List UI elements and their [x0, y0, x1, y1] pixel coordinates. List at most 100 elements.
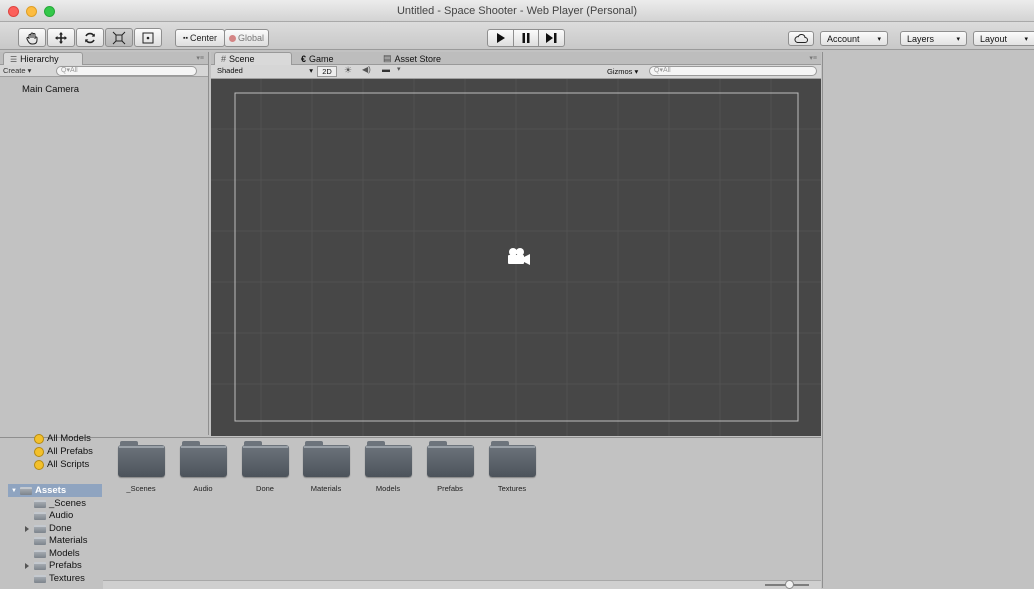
- speaker-icon[interactable]: ◀): [362, 65, 371, 74]
- folder-thumbnail[interactable]: [427, 441, 474, 477]
- 2d-toggle-button[interactable]: 2D: [317, 66, 337, 77]
- chevron-down-icon: ▾: [309, 66, 313, 75]
- favorite-item[interactable]: All Models: [34, 433, 91, 444]
- rotate-tool-button[interactable]: [76, 28, 104, 47]
- rotate-icon: [85, 32, 95, 43]
- chevron-down-icon: ▾: [956, 35, 960, 43]
- tab-hierarchy-label: Hierarchy: [20, 54, 59, 64]
- search-icon: [34, 459, 44, 470]
- expand-triangle-icon[interactable]: [25, 526, 29, 532]
- tree-folder[interactable]: Audio: [34, 510, 73, 521]
- folder-thumbnail[interactable]: [118, 441, 165, 477]
- tab-game-label: Game: [309, 53, 334, 64]
- move-icon: [55, 31, 67, 44]
- assets-tree-root[interactable]: ▼ Assets: [8, 484, 102, 497]
- space-label: Global: [237, 33, 264, 43]
- chevron-down-icon[interactable]: ▾: [397, 65, 401, 73]
- pause-button[interactable]: [513, 29, 539, 47]
- tree-folder[interactable]: Prefabs: [25, 560, 82, 571]
- folder-thumbnail[interactable]: [303, 441, 350, 477]
- folder-thumbnail[interactable]: [489, 441, 536, 477]
- gizmos-dropdown[interactable]: Gizmos ▾: [607, 67, 638, 76]
- space-toggle-button[interactable]: Global: [224, 29, 269, 47]
- panel-menu-icon[interactable]: ▾≡: [196, 54, 204, 62]
- folder-icon: [34, 524, 46, 533]
- search-icon: [34, 446, 44, 457]
- tree-folder[interactable]: Materials: [34, 535, 88, 546]
- project-panel: All Models All Prefabs All Scripts ▼ Ass…: [0, 433, 821, 589]
- folder-icon: [34, 574, 46, 583]
- scale-tool-button[interactable]: [105, 28, 133, 47]
- favorite-label: All Models: [47, 433, 91, 444]
- layers-label: Layers: [907, 33, 935, 44]
- window-title: Untitled - Space Shooter - Web Player (P…: [396, 5, 638, 17]
- image-effects-icon[interactable]: ▬: [382, 65, 390, 74]
- hand-icon: [26, 32, 38, 44]
- tree-folder[interactable]: Textures: [34, 573, 85, 584]
- scene-search-input[interactable]: Q▾All: [649, 66, 817, 76]
- favorite-label: All Scripts: [47, 459, 90, 470]
- layers-dropdown[interactable]: Layers ▾: [900, 31, 967, 46]
- move-tool-button[interactable]: [47, 28, 75, 47]
- step-icon: [546, 33, 557, 43]
- expand-triangle-icon[interactable]: [25, 563, 29, 569]
- chevron-down-icon: ▾: [27, 66, 32, 75]
- folder-icon: [34, 511, 46, 520]
- gizmos-label: Gizmos: [607, 67, 633, 76]
- favorite-item[interactable]: All Prefabs: [34, 446, 93, 457]
- assets-label: Assets: [34, 485, 67, 496]
- favorite-item[interactable]: All Scripts: [34, 459, 89, 470]
- folder-thumbnail[interactable]: [242, 441, 289, 477]
- panel-menu-icon[interactable]: ▾≡: [809, 54, 817, 62]
- folder-thumbnail[interactable]: [365, 441, 412, 477]
- play-icon: [496, 33, 505, 43]
- folder-icon: [34, 561, 46, 570]
- scene-viewport[interactable]: [211, 79, 821, 436]
- favorite-label: All Prefabs: [47, 446, 93, 457]
- folder-label: Textures: [497, 484, 527, 493]
- rect-tool-button[interactable]: [134, 28, 162, 47]
- hierarchy-search-input[interactable]: Q▾All: [56, 66, 197, 76]
- tab-scene[interactable]: # Scene: [214, 52, 292, 65]
- folder-label: Prefabs: [437, 484, 463, 493]
- hand-tool-button[interactable]: [18, 28, 46, 47]
- tree-folder[interactable]: Done: [25, 523, 72, 534]
- layout-dropdown[interactable]: Layout ▾: [973, 31, 1034, 46]
- list-icon: ☰: [10, 54, 18, 64]
- tree-folder-label: Audio: [49, 510, 74, 521]
- tab-asset-store[interactable]: ▤ Asset Store: [377, 52, 467, 65]
- title-bar: Untitled - Space Shooter - Web Player (P…: [0, 0, 1034, 22]
- folder-label: _Scenes: [126, 484, 156, 493]
- tree-folder[interactable]: _Scenes: [34, 498, 86, 509]
- tree-folder[interactable]: Models: [34, 548, 80, 559]
- create-label: Create: [3, 66, 26, 75]
- folder-label: Models: [375, 484, 401, 493]
- shading-mode-dropdown[interactable]: Shaded ▾: [217, 66, 313, 75]
- folder-icon: [34, 549, 46, 558]
- tab-hierarchy[interactable]: ☰ Hierarchy: [3, 52, 83, 65]
- play-button[interactable]: [487, 29, 514, 47]
- store-icon: ▤: [383, 53, 392, 63]
- pivot-toggle-button[interactable]: ▪▪ Center: [175, 29, 225, 47]
- folder-label: Materials: [310, 484, 342, 493]
- account-label: Account: [827, 33, 860, 44]
- tree-folder-label: Prefabs: [49, 560, 82, 571]
- folder-thumbnail[interactable]: [180, 441, 227, 477]
- folder-label: Done: [256, 484, 274, 493]
- hierarchy-item[interactable]: Main Camera: [22, 84, 79, 95]
- account-dropdown[interactable]: Account ▾: [820, 31, 888, 46]
- sun-icon[interactable]: ☀: [344, 65, 352, 76]
- hierarchy-panel: ☰ Hierarchy ▾≡ Create ▾ Q▾All Main Camer…: [0, 52, 209, 435]
- grid-icon: #: [221, 54, 227, 64]
- cloud-icon: [794, 34, 808, 43]
- create-dropdown[interactable]: Create ▾: [3, 66, 31, 75]
- globe-icon: [228, 34, 236, 42]
- folder-icon: [19, 486, 32, 495]
- cloud-services-button[interactable]: [788, 31, 814, 46]
- chevron-down-icon: ▾: [1024, 35, 1028, 43]
- step-button[interactable]: [538, 29, 565, 47]
- scale-icon: [112, 31, 126, 44]
- folder-icon: [34, 536, 46, 545]
- camera-icon[interactable]: [504, 247, 532, 269]
- tab-game[interactable]: € Game: [295, 52, 375, 65]
